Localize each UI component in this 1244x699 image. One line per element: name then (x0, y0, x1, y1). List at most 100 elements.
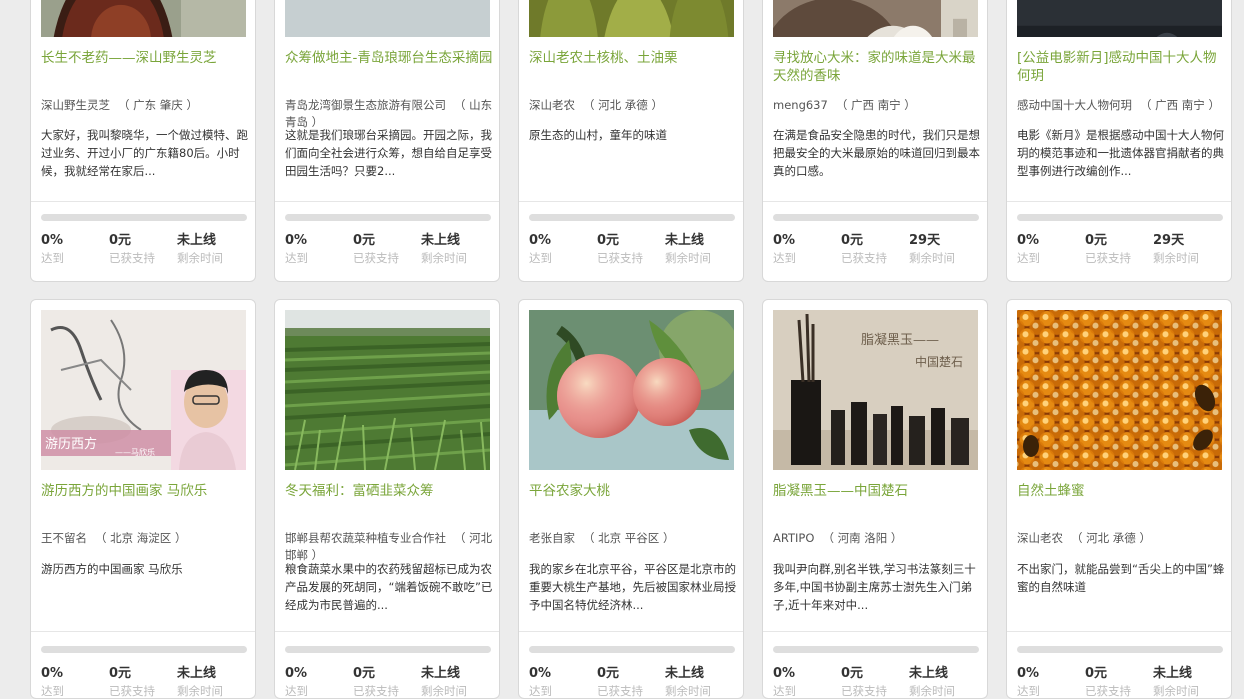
stat-value: 0% (285, 666, 308, 681)
chu-stone-image: 脂凝黑玉—— 中国楚石 (773, 310, 978, 470)
stat-support: 0元 已获支持 (597, 666, 665, 698)
image-subcaption: 中国楚石 (915, 354, 963, 369)
stat-label: 达到 (773, 684, 796, 698)
stat-support: 0元 已获支持 (841, 233, 909, 267)
project-owner-line: 王不留名 （ 北京 海淀区 ） (41, 530, 249, 547)
stat-remaining: 未上线 剩余时间 (177, 666, 245, 698)
stat-remaining: 29天 剩余时间 (1153, 233, 1221, 267)
stat-value: 0元 (1085, 233, 1108, 248)
project-card[interactable]: 长生不老药——深山野生灵芝 深山野生灵芝 （ 广东 肇庆 ） 大家好，我叫黎晓华，… (30, 0, 256, 282)
project-location: （ 北京 海淀区 ） (95, 531, 187, 545)
project-title[interactable]: 自然土蜂蜜 (1017, 482, 1225, 500)
project-owner[interactable]: 青岛龙湾御景生态旅游有限公司 (285, 98, 446, 112)
project-title[interactable]: 冬天福利：富硒韭菜众筹 (285, 482, 493, 500)
project-image[interactable]: 游历西方 ——马欣乐 (41, 310, 246, 470)
project-grid: 长生不老药——深山野生灵芝 深山野生灵芝 （ 广东 肇庆 ） 大家好，我叫黎晓华，… (0, 0, 1244, 699)
project-owner[interactable]: ARTIPO (773, 531, 814, 545)
stat-value: 0% (41, 666, 64, 681)
project-title[interactable]: [公益电影新月]感动中国十大人物何玥 (1017, 49, 1225, 85)
divider (519, 631, 743, 632)
project-card[interactable]: 自然土蜂蜜 深山老农 （ 河北 承德 ） 不出家门，就能品尝到“舌尖上的中国”蜂蜜… (1006, 299, 1232, 699)
divider (31, 631, 255, 632)
divider (519, 201, 743, 202)
stat-label: 剩余时间 (909, 684, 955, 698)
project-image[interactable] (529, 310, 734, 470)
stat-reached: 0% 达到 (529, 233, 597, 267)
project-owner[interactable]: 老张自家 (529, 531, 575, 545)
project-owner[interactable]: meng637 (773, 98, 828, 112)
project-title[interactable]: 众筹做地主-青岛琅琊台生态采摘园 (285, 49, 493, 67)
project-title[interactable]: 长生不老药——深山野生灵芝 (41, 49, 249, 67)
stat-value: 未上线 (1153, 666, 1193, 681)
stat-remaining: 未上线 剩余时间 (665, 233, 733, 267)
project-card[interactable]: 寻找放心大米：家的味道是大米最天然的香味 meng637 （ 广西 南宁 ） 在满… (762, 0, 988, 282)
stat-label: 已获支持 (109, 251, 155, 265)
project-image[interactable]: 脂凝黑玉—— 中国楚石 (773, 310, 978, 470)
project-title[interactable]: 游历西方的中国画家 马欣乐 (41, 482, 249, 500)
stat-label: 已获支持 (109, 684, 155, 698)
project-card[interactable]: 冬天福利：富硒韭菜众筹 邯郸县帮农蔬菜种植专业合作社（ 河北 邯郸 ） 粮食蔬菜… (274, 299, 500, 699)
divider (275, 201, 499, 202)
stat-remaining: 未上线 剩余时间 (665, 666, 733, 698)
progress-bar (285, 214, 491, 221)
stat-label: 达到 (773, 251, 796, 265)
project-image[interactable] (529, 0, 734, 37)
stat-label: 达到 (1017, 251, 1040, 265)
progress-bar (773, 646, 979, 653)
stat-label: 已获支持 (353, 251, 399, 265)
stat-support: 0元 已获支持 (841, 666, 909, 698)
project-owner[interactable]: 深山老农 (529, 98, 575, 112)
project-owner[interactable]: 邯郸县帮农蔬菜种植专业合作社 (285, 531, 446, 545)
stat-label: 达到 (285, 251, 308, 265)
project-card[interactable]: 脂凝黑玉—— 中国楚石 脂凝黑玉——中国楚石 ARTIPO （ 河南 洛阳 ） 我… (762, 299, 988, 699)
progress-bar (529, 646, 735, 653)
project-image[interactable] (285, 310, 490, 470)
movie-image (1017, 0, 1222, 37)
project-owner[interactable]: 深山老农 (1017, 531, 1063, 545)
stat-label: 剩余时间 (1153, 251, 1199, 265)
project-owner[interactable]: 感动中国十大人物何玥 (1017, 98, 1132, 112)
project-image[interactable] (773, 0, 978, 37)
stat-value: 未上线 (909, 666, 949, 681)
project-owner[interactable]: 深山野生灵芝 (41, 98, 110, 112)
stat-label: 剩余时间 (1153, 684, 1199, 698)
stat-value: 0% (285, 233, 308, 248)
project-card[interactable]: 众筹做地主-青岛琅琊台生态采摘园 青岛龙湾御景生态旅游有限公司（ 山东 青岛 ）… (274, 0, 500, 282)
project-card[interactable]: [公益电影新月]感动中国十大人物何玥 感动中国十大人物何玥 （ 广西 南宁 ） 电… (1006, 0, 1232, 282)
project-title[interactable]: 脂凝黑玉——中国楚石 (773, 482, 981, 500)
project-owner[interactable]: 王不留名 (41, 531, 87, 545)
stat-value: 0元 (109, 666, 132, 681)
project-image[interactable] (1017, 310, 1222, 470)
project-description: 我的家乡在北京平谷，平谷区是北京市的重要大桃生产基地，先后被国家林业局授予中国名… (529, 562, 736, 612)
project-card[interactable]: 深山老农土核桃、土油栗 深山老农 （ 河北 承德 ） 原生态的山村，童年的味道 0… (518, 0, 744, 282)
project-title[interactable]: 寻找放心大米：家的味道是大米最天然的香味 (773, 49, 981, 85)
progress-bar (1017, 646, 1223, 653)
project-location: （ 河北 承德 ） (583, 98, 663, 112)
stat-label: 已获支持 (597, 251, 643, 265)
project-owner-line: meng637 （ 广西 南宁 ） (773, 97, 981, 114)
farm-park-image (285, 0, 490, 37)
project-image[interactable] (1017, 0, 1222, 37)
project-title[interactable]: 平谷农家大桃 (529, 482, 737, 500)
project-image[interactable] (41, 0, 246, 37)
project-owner-line: 邯郸县帮农蔬菜种植专业合作社（ 河北 邯郸 ） (285, 530, 493, 564)
stat-value: 未上线 (665, 233, 705, 248)
divider (275, 631, 499, 632)
lingzhi-image (41, 0, 246, 37)
image-caption: 脂凝黑玉—— (861, 332, 939, 348)
divider (1007, 631, 1231, 632)
stat-support: 0元 已获支持 (1085, 233, 1153, 267)
project-image[interactable] (285, 0, 490, 37)
stat-value: 0% (773, 666, 796, 681)
project-card[interactable]: 平谷农家大桃 老张自家 （ 北京 平谷区 ） 我的家乡在北京平谷，平谷区是北京市的… (518, 299, 744, 699)
stat-value: 未上线 (177, 666, 217, 681)
stat-support: 0元 已获支持 (109, 233, 177, 267)
stat-label: 剩余时间 (421, 251, 467, 265)
stat-value: 0元 (353, 666, 376, 681)
project-card[interactable]: 游历西方 ——马欣乐 游历西方的中国画家 马欣乐 王不留名（ 北京 海淀区 ） … (30, 299, 256, 699)
stat-label: 已获支持 (841, 251, 887, 265)
project-owner-line: 深山老农 （ 河北 承德 ） (1017, 530, 1225, 547)
progress-bar (529, 214, 735, 221)
project-title[interactable]: 深山老农土核桃、土油栗 (529, 49, 737, 67)
stat-remaining: 未上线 剩余时间 (1153, 666, 1221, 698)
